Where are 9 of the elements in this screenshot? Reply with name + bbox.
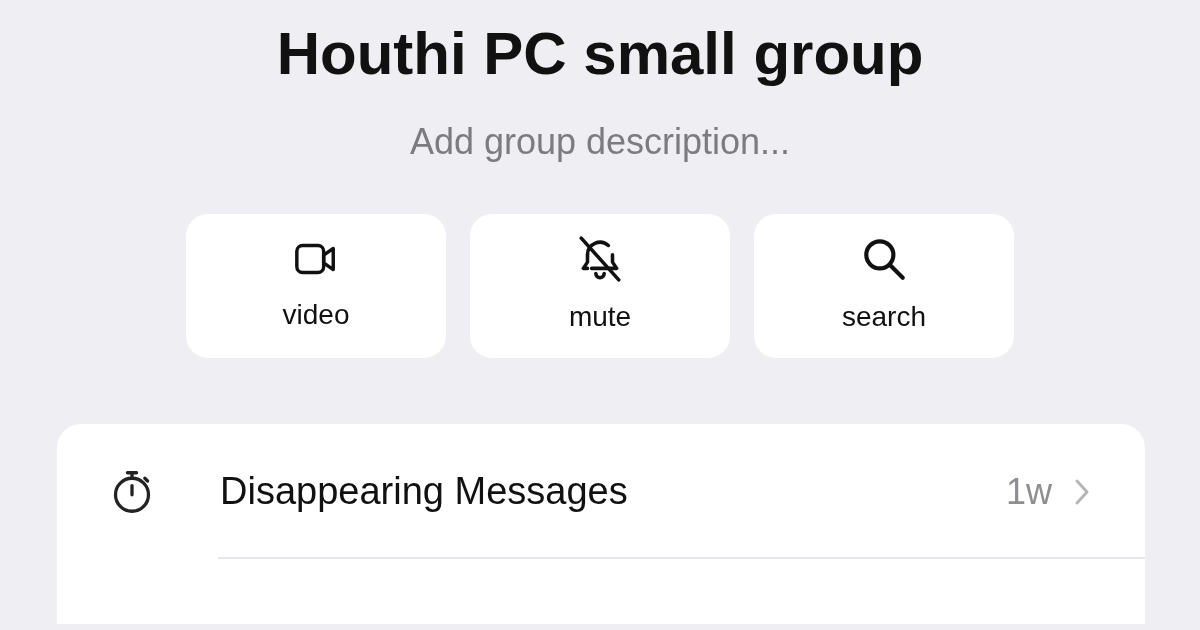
group-title: Houthi PC small group — [276, 19, 924, 89]
mute-button[interactable]: mute — [470, 214, 730, 358]
search-button[interactable]: search — [754, 214, 1014, 358]
group-description-field[interactable]: Add group description... — [250, 120, 950, 164]
row-value: 1w — [1005, 469, 1052, 514]
chevron-icon — [1074, 477, 1090, 506]
video-button[interactable]: video — [186, 214, 446, 358]
settings-row[interactable]: Disappearing Messages 1w — [57, 424, 1145, 559]
row-label: Disappearing Messages — [220, 469, 629, 514]
